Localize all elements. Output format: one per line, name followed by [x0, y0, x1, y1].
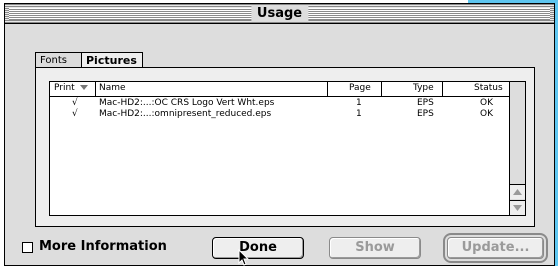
- sort-arrow-icon: [79, 84, 88, 90]
- arrow-up-icon: [513, 189, 522, 195]
- show-button[interactable]: Show: [329, 237, 421, 259]
- done-button[interactable]: Done: [212, 237, 304, 259]
- print-checkmark[interactable]: √: [72, 108, 78, 120]
- column-separator: [95, 82, 96, 96]
- column-separator: [327, 82, 328, 96]
- column-separator: [381, 82, 382, 96]
- column-header-page[interactable]: Page: [349, 82, 371, 95]
- page-number: 1: [356, 109, 362, 119]
- file-type: EPS: [417, 109, 434, 119]
- file-name: Mac-HD2:...:omnipresent_reduced.eps: [99, 109, 272, 119]
- list-header: Print Name Page Type Status: [50, 82, 509, 97]
- pictures-list[interactable]: Print Name Page Type Status √ Mac-HD2:..…: [49, 81, 526, 216]
- title-bar[interactable]: Usage: [5, 4, 554, 24]
- column-header-type[interactable]: Type: [413, 82, 434, 95]
- more-information-checkbox[interactable]: [22, 242, 33, 253]
- tab-pictures[interactable]: Pictures: [81, 52, 143, 68]
- status-text: OK: [480, 109, 493, 119]
- scroll-up-button[interactable]: [510, 184, 525, 199]
- column-separator: [442, 82, 443, 96]
- mouse-pointer-icon: [238, 249, 250, 266]
- vertical-scrollbar[interactable]: [509, 82, 525, 215]
- window-title: Usage: [250, 5, 309, 22]
- list-item[interactable]: √ Mac-HD2:...:omnipresent_reduced.eps 1 …: [50, 108, 509, 120]
- column-header-print[interactable]: Print: [54, 82, 88, 95]
- update-button[interactable]: Update...: [443, 233, 548, 263]
- pictures-panel: Print Name Page Type Status √ Mac-HD2:..…: [35, 67, 535, 227]
- arrow-down-icon: [513, 205, 522, 211]
- tab-fonts[interactable]: Fonts: [35, 52, 82, 68]
- more-information-label[interactable]: More Information: [39, 238, 167, 256]
- scroll-down-button[interactable]: [510, 200, 525, 215]
- column-header-name[interactable]: Name: [99, 82, 126, 95]
- usage-dialog: Usage Fonts Pictures Print Name Page Typ…: [4, 3, 555, 266]
- column-header-status[interactable]: Status: [474, 82, 503, 95]
